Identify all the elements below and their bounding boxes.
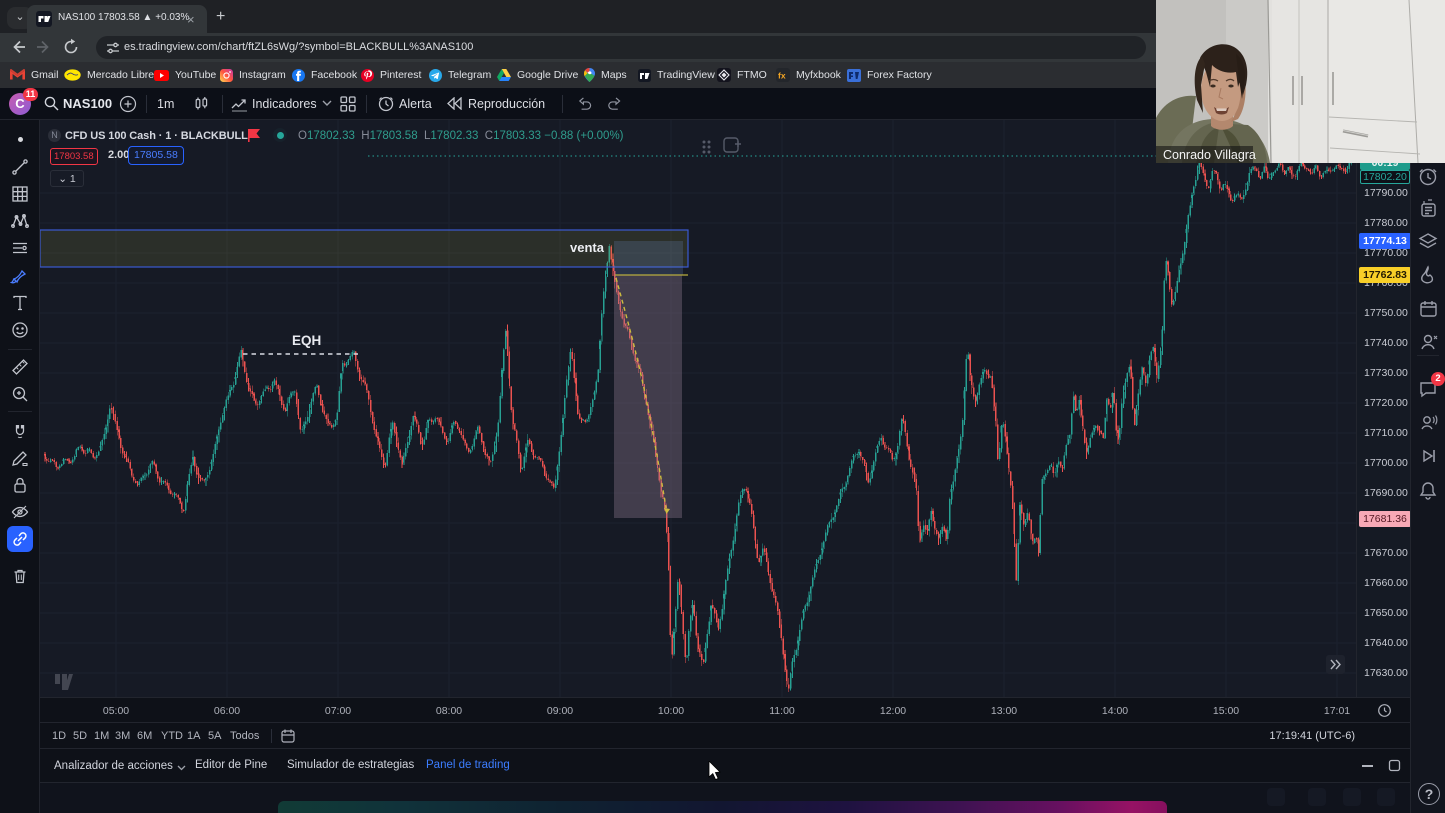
svg-text:venta: venta — [570, 240, 605, 255]
svg-text:fx: fx — [778, 71, 786, 81]
svg-text:Conrado Villagra: Conrado Villagra — [1163, 148, 1256, 162]
svg-text:EQH: EQH — [292, 333, 321, 348]
